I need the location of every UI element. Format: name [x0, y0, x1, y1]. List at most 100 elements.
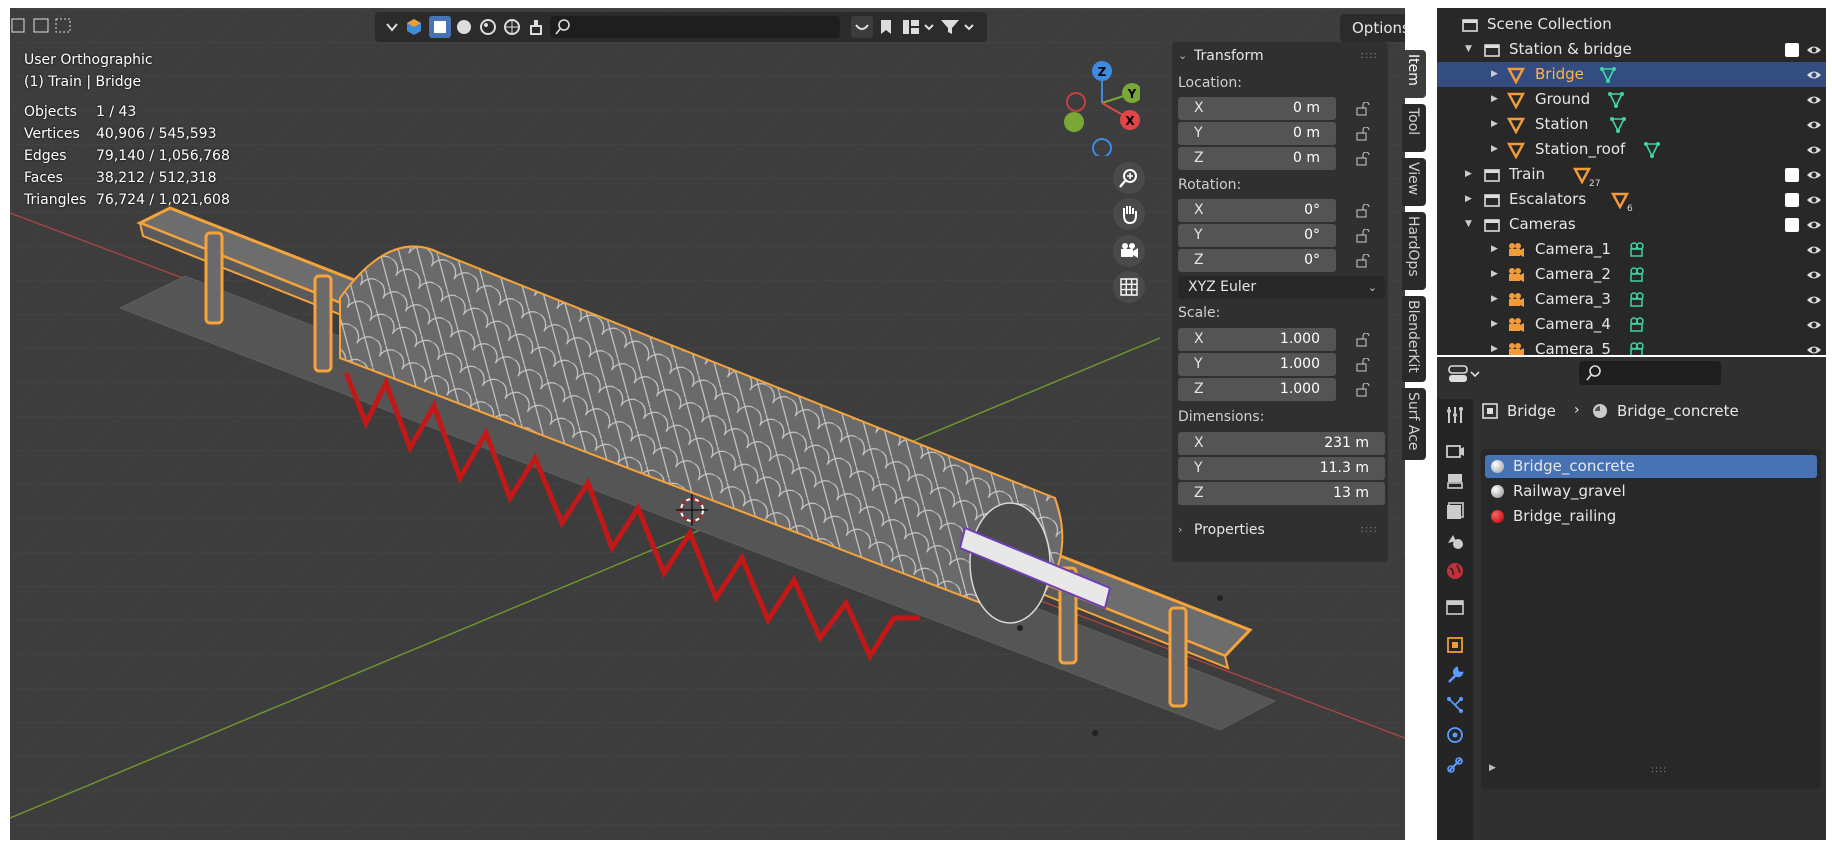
outliner-row-camera-3[interactable]: ▶ Camera_3 [1437, 287, 1826, 312]
expand-arrow-icon[interactable]: ▼ [1465, 212, 1472, 237]
scale-y-field[interactable]: Y 1.000 [1178, 353, 1336, 376]
expand-arrow-icon[interactable]: ▶ [1489, 763, 1496, 773]
rendered-shading-button[interactable] [501, 16, 523, 38]
outliner-row-camera-4[interactable]: ▶ Camera_4 [1437, 312, 1826, 337]
tab-blenderkit[interactable]: BlenderKit [1402, 296, 1426, 382]
tab-view[interactable]: View [1402, 158, 1426, 206]
eye-icon[interactable] [1806, 118, 1822, 132]
outliner-row-station[interactable]: ▶ Station [1437, 112, 1826, 137]
expand-arrow-icon[interactable]: ▶ [1491, 287, 1498, 312]
eye-icon[interactable] [1806, 318, 1822, 332]
location-x-field[interactable]: X 0 m [1178, 97, 1336, 120]
lock-icon[interactable] [1356, 333, 1370, 347]
tool-settings-icon[interactable] [1445, 405, 1465, 425]
material-slot[interactable]: Bridge_railing [1485, 505, 1817, 528]
lock-icon[interactable] [1356, 204, 1370, 218]
world-properties-icon[interactable] [1445, 561, 1465, 581]
lock-icon[interactable] [1356, 254, 1370, 268]
expand-arrow-icon[interactable]: ▶ [1491, 337, 1498, 355]
physics-icon[interactable] [1445, 725, 1465, 745]
tab-item[interactable]: Item [1402, 50, 1426, 98]
navigation-gizmo[interactable]: Z Y X [1050, 56, 1140, 156]
dimensions-x-field[interactable]: X 231 m [1178, 432, 1385, 455]
expand-arrow-icon[interactable]: ▼ [1465, 37, 1472, 62]
expand-arrow-icon[interactable]: ▶ [1491, 112, 1498, 137]
dropdown-chevron-icon[interactable] [381, 16, 403, 38]
breadcrumb-object[interactable]: Bridge [1507, 402, 1556, 420]
eye-icon[interactable] [1806, 93, 1822, 107]
zoom-icon[interactable] [1113, 162, 1145, 194]
outliner-row-station-roof[interactable]: ▶ Station_roof [1437, 137, 1826, 162]
location-y-field[interactable]: Y 0 m [1178, 122, 1336, 145]
output-properties-icon[interactable] [1445, 471, 1465, 491]
eye-icon[interactable] [1806, 343, 1822, 355]
rotation-z-field[interactable]: Z 0° [1178, 249, 1336, 272]
outliner-row-bridge[interactable]: ▶ Bridge [1437, 62, 1826, 87]
snapping-menu[interactable] [901, 16, 935, 38]
exclude-checkbox[interactable] [1785, 193, 1799, 207]
eye-icon[interactable] [1806, 43, 1822, 57]
rotation-y-field[interactable]: Y 0° [1178, 224, 1336, 247]
lock-icon[interactable] [1356, 127, 1370, 141]
expand-arrow-icon[interactable]: ▶ [1491, 87, 1498, 112]
wireframe-shading-button[interactable] [429, 16, 451, 38]
scale-z-field[interactable]: Z 1.000 [1178, 378, 1336, 401]
eye-icon[interactable] [1806, 143, 1822, 157]
scale-x-field[interactable]: X 1.000 [1178, 328, 1336, 351]
expand-arrow-icon[interactable]: ▶ [1465, 187, 1472, 212]
outliner-row-ground[interactable]: ▶ Ground [1437, 87, 1826, 112]
brush-icon[interactable] [525, 16, 547, 38]
material-slot[interactable]: Railway_gravel [1485, 480, 1817, 503]
outliner-row-train[interactable]: ▶ Train 27 [1437, 162, 1826, 189]
properties-panel-header[interactable]: › Properties :::: [1172, 516, 1388, 544]
outliner-row-cameras[interactable]: ▼ Cameras [1437, 212, 1826, 237]
exclude-checkbox[interactable] [1785, 218, 1799, 232]
lock-icon[interactable] [1356, 229, 1370, 243]
outliner-row-camera-5[interactable]: ▶ Camera_5 [1437, 337, 1826, 355]
object-properties-icon[interactable] [1445, 635, 1465, 655]
lock-icon[interactable] [1356, 383, 1370, 397]
editor-type-menu[interactable] [10, 14, 72, 38]
view-layer-icon[interactable] [1445, 501, 1465, 521]
scene-collection-row[interactable]: Scene Collection [1437, 12, 1826, 37]
material-preview-button[interactable] [477, 16, 499, 38]
eye-icon[interactable] [1806, 268, 1822, 282]
neg-z-handle[interactable] [1092, 138, 1112, 156]
wrench-modifier-icon[interactable] [1445, 665, 1465, 685]
outliner-row-camera-2[interactable]: ▶ Camera_2 [1437, 262, 1826, 287]
eye-icon[interactable] [1806, 243, 1822, 257]
neg-y-handle[interactable] [1064, 112, 1084, 132]
neg-x-handle[interactable] [1066, 92, 1086, 112]
camera-view-icon[interactable] [1113, 235, 1145, 267]
editor-mode-icons[interactable] [10, 14, 72, 38]
dimensions-y-field[interactable]: Y 11.3 m [1178, 457, 1385, 480]
lock-icon[interactable] [1356, 152, 1370, 166]
drag-grip-icon[interactable]: :::: [1361, 42, 1378, 70]
proportional-editing-button[interactable] [851, 16, 873, 38]
tab-tool[interactable]: Tool [1402, 104, 1426, 152]
properties-search-input[interactable] [1579, 361, 1721, 385]
eye-icon[interactable] [1806, 293, 1822, 307]
editor-type-menu[interactable] [1447, 362, 1481, 386]
expand-arrow-icon[interactable]: ▶ [1491, 137, 1498, 162]
transform-panel-header[interactable]: ⌄ Transform :::: [1172, 42, 1388, 70]
rotation-mode-select[interactable]: XYZ Euler ⌄ [1178, 276, 1385, 299]
collection-properties-icon[interactable] [1445, 597, 1465, 617]
filter-icon[interactable] [939, 16, 975, 38]
expand-arrow-icon[interactable]: ▶ [1491, 237, 1498, 262]
render-properties-icon[interactable] [1445, 441, 1465, 461]
exclude-checkbox[interactable] [1785, 168, 1799, 182]
lock-icon[interactable] [1356, 102, 1370, 116]
lock-icon[interactable] [1356, 358, 1370, 372]
outliner-row-station-bridge[interactable]: ▼ Station & bridge [1437, 37, 1826, 62]
location-z-field[interactable]: Z 0 m [1178, 147, 1336, 170]
solid-shading-button[interactable] [453, 16, 475, 38]
expand-arrow-icon[interactable]: ▶ [1491, 262, 1498, 287]
scene-properties-icon[interactable] [1445, 531, 1465, 551]
particles-icon[interactable] [1445, 695, 1465, 715]
tab-surf-ace[interactable]: Surf Ace [1402, 388, 1426, 460]
dimensions-z-field[interactable]: Z 13 m [1178, 482, 1385, 505]
outliner-row-escalators[interactable]: ▶ Escalators 6 [1437, 187, 1826, 214]
eye-icon[interactable] [1806, 168, 1822, 182]
material-slot[interactable]: Bridge_concrete [1485, 455, 1817, 478]
